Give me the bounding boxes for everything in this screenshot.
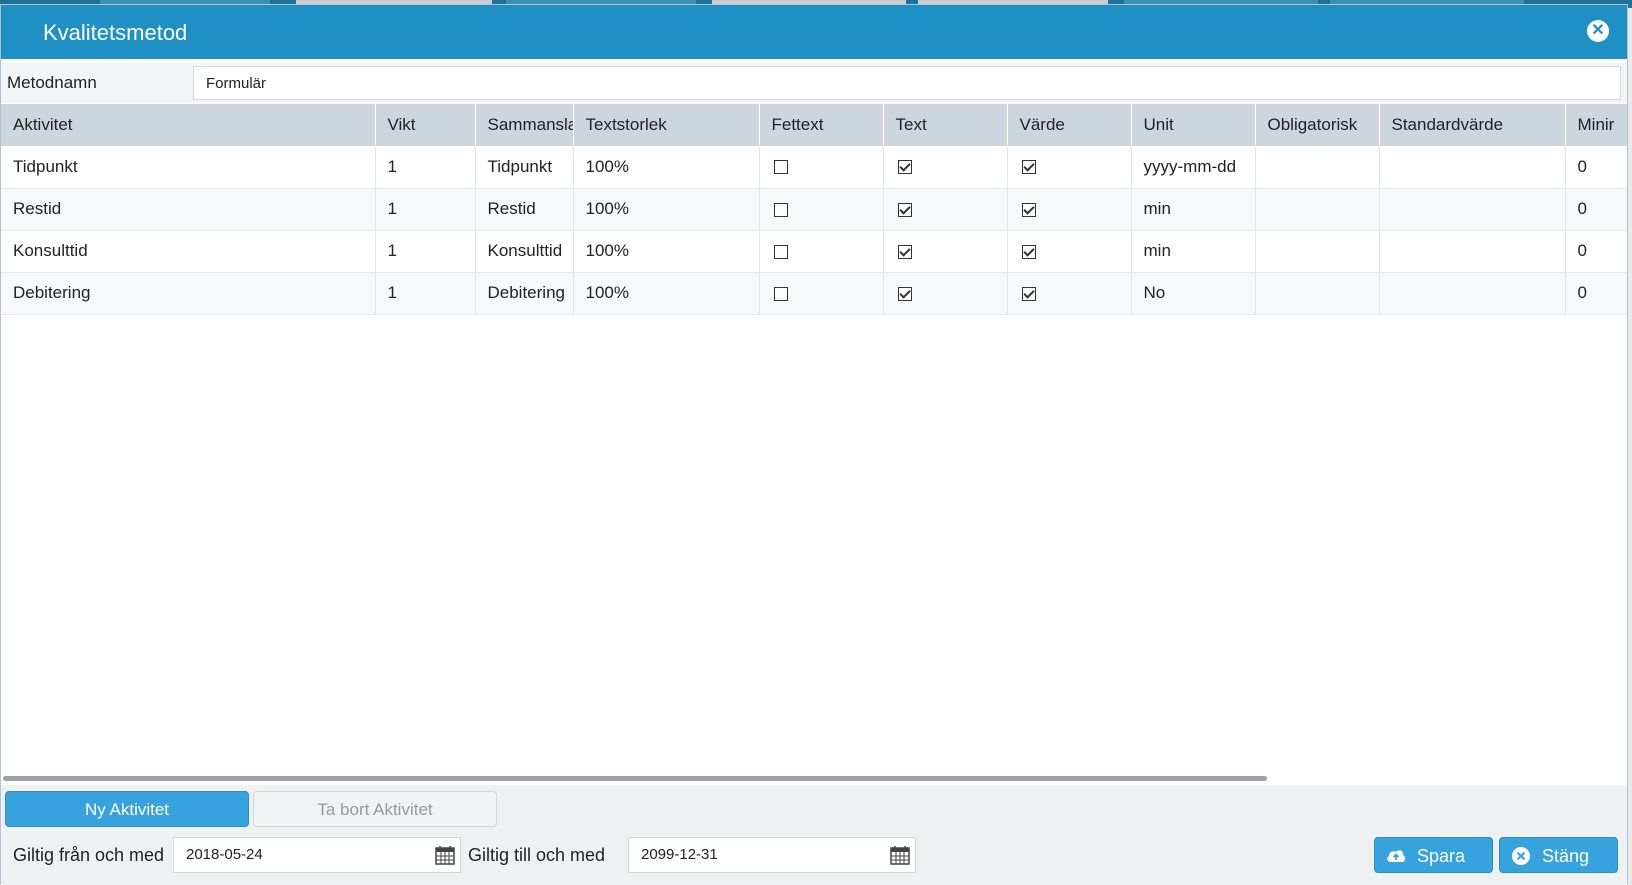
cell-varde [1007, 230, 1132, 273]
text-checkbox[interactable] [897, 286, 912, 301]
method-name-row: Metodnamn [1, 63, 1627, 103]
cloud-upload-icon [1387, 850, 1406, 862]
column-header-sammansla[interactable]: Sammansla [475, 104, 574, 146]
fettext-checkbox[interactable] [773, 202, 788, 217]
dialog-titlebar: Kvalitetsmetod ✕ [1, 5, 1627, 59]
text-checkbox[interactable] [897, 160, 912, 175]
varde-checkbox[interactable] [1021, 202, 1036, 217]
fettext-checkbox[interactable] [773, 286, 788, 301]
cell-vikt: 1 [375, 188, 476, 231]
cell-aktivitet: Tidpunkt [1, 146, 376, 189]
column-header-unit[interactable]: Unit [1131, 104, 1256, 146]
cell-sammansla: Debitering [475, 272, 574, 315]
valid-from-label: Giltig från och med [13, 845, 165, 865]
column-header-varde[interactable]: Värde [1007, 104, 1132, 146]
cell-obligatorisk [1255, 230, 1380, 273]
cell-vikt: 1 [375, 230, 476, 273]
column-header-standardvarde[interactable]: Standardvärde [1379, 104, 1566, 146]
cell-vikt: 1 [375, 272, 476, 315]
cell-fettext [759, 146, 884, 189]
cell-text [883, 146, 1008, 189]
close-button-label: Stäng [1542, 846, 1590, 866]
cell-fettext [759, 272, 884, 315]
cell-textstorlek: 100% [573, 230, 760, 273]
cell-unit: No [1131, 272, 1256, 315]
cell-standardvarde [1379, 146, 1566, 189]
cell-fettext [759, 230, 884, 273]
column-header-text[interactable]: Text [883, 104, 1008, 146]
cell-text [883, 188, 1008, 231]
close-button[interactable]: Stäng [1499, 837, 1618, 873]
column-header-min[interactable]: Minir [1565, 104, 1627, 146]
fettext-checkbox[interactable] [773, 244, 788, 259]
table-row[interactable]: Tidpunkt 1 Tidpunkt 100% yyyy-mm-dd 0 [1, 146, 1627, 189]
save-button-label: Spara [1417, 846, 1466, 866]
cell-unit: min [1131, 188, 1256, 231]
varde-checkbox[interactable] [1021, 244, 1036, 259]
column-header-fettext[interactable]: Fettext [759, 104, 884, 146]
table-row[interactable]: Restid 1 Restid 100% min 0 [1, 188, 1627, 231]
cell-text [883, 272, 1008, 315]
cell-standardvarde [1379, 230, 1566, 273]
cell-obligatorisk [1255, 272, 1380, 315]
close-circle-icon[interactable]: ✕ [1587, 20, 1609, 42]
table-row[interactable]: Konsulttid 1 Konsulttid 100% min 0 [1, 230, 1627, 273]
cell-sammansla: Tidpunkt [475, 146, 574, 189]
horizontal-scrollbar[interactable] [3, 776, 1267, 781]
cell-unit: yyyy-mm-dd [1131, 146, 1256, 189]
cell-vikt: 1 [375, 146, 476, 189]
valid-from-input[interactable]: 2018-05-24 [173, 837, 461, 873]
text-checkbox[interactable] [897, 244, 912, 259]
cell-varde [1007, 188, 1132, 231]
calendar-icon[interactable] [434, 844, 456, 866]
valid-to-value: 2099-12-31 [641, 846, 718, 863]
save-button[interactable]: Spara [1374, 837, 1493, 873]
cell-min: 0 [1565, 188, 1627, 231]
varde-checkbox[interactable] [1021, 160, 1036, 175]
cell-standardvarde [1379, 272, 1566, 315]
calendar-icon[interactable] [889, 844, 911, 866]
column-header-aktivitet[interactable]: Aktivitet [1, 104, 376, 146]
method-name-input[interactable] [193, 66, 1621, 100]
cell-sammansla: Konsulttid [475, 230, 574, 273]
cell-aktivitet: Restid [1, 188, 376, 231]
cell-fettext [759, 188, 884, 231]
delete-activity-button[interactable]: Ta bort Aktivitet [253, 791, 497, 827]
activity-table: Aktivitet Vikt Sammansla Textstorlek Fet… [1, 104, 1627, 315]
activity-grid: Aktivitet Vikt Sammansla Textstorlek Fet… [1, 104, 1627, 780]
cell-standardvarde [1379, 188, 1566, 231]
text-checkbox[interactable] [897, 202, 912, 217]
cell-sammansla: Restid [475, 188, 574, 231]
valid-to-input[interactable]: 2099-12-31 [628, 837, 916, 873]
varde-checkbox[interactable] [1021, 286, 1036, 301]
cell-aktivitet: Debitering [1, 272, 376, 315]
cell-varde [1007, 272, 1132, 315]
column-header-textstorlek[interactable]: Textstorlek [573, 104, 760, 146]
cell-min: 0 [1565, 272, 1627, 315]
cell-aktivitet: Konsulttid [1, 230, 376, 273]
column-header-obligatorisk[interactable]: Obligatorisk [1255, 104, 1380, 146]
cell-textstorlek: 100% [573, 188, 760, 231]
cell-varde [1007, 146, 1132, 189]
cell-textstorlek: 100% [573, 146, 760, 189]
cell-min: 0 [1565, 230, 1627, 273]
new-activity-button[interactable]: Ny Aktivitet [5, 791, 249, 827]
valid-from-value: 2018-05-24 [186, 846, 263, 863]
fettext-checkbox[interactable] [773, 160, 788, 175]
dialog-title: Kvalitetsmetod [43, 20, 188, 45]
dialog-footer: Ny Aktivitet Ta bort Aktivitet Giltig fr… [1, 785, 1627, 885]
cell-obligatorisk [1255, 188, 1380, 231]
table-header-row: Aktivitet Vikt Sammansla Textstorlek Fet… [1, 104, 1627, 146]
column-header-vikt[interactable]: Vikt [375, 104, 476, 146]
cell-min: 0 [1565, 146, 1627, 189]
quality-method-dialog: Kvalitetsmetod ✕ Metodnamn Aktivitet Vik… [0, 4, 1628, 885]
cell-text [883, 230, 1008, 273]
cell-obligatorisk [1255, 146, 1380, 189]
cell-textstorlek: 100% [573, 272, 760, 315]
table-row[interactable]: Debitering 1 Debitering 100% No 0 [1, 272, 1627, 315]
cell-unit: min [1131, 230, 1256, 273]
method-name-label: Metodnamn [7, 73, 97, 92]
valid-to-label: Giltig till och med [468, 845, 606, 865]
close-circle-icon [1512, 847, 1530, 865]
